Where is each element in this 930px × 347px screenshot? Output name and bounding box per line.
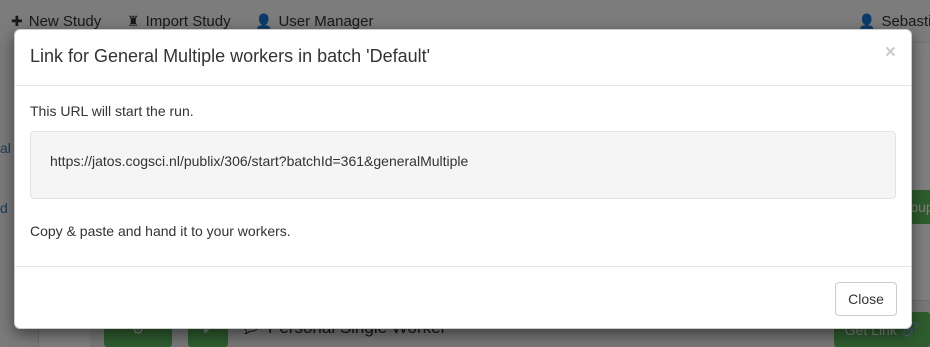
instructions-text: Copy & paste and hand it to your workers…: [30, 223, 291, 239]
close-button[interactable]: Close: [835, 282, 897, 316]
url-well: https://jatos.cogsci.nl/publix/306/start…: [30, 131, 896, 199]
run-url[interactable]: https://jatos.cogsci.nl/publix/306/start…: [50, 153, 468, 169]
close-icon[interactable]: ×: [885, 43, 896, 62]
modal-title: Link for General Multiple workers in bat…: [30, 46, 431, 66]
modal-footer: Close: [15, 266, 911, 329]
link-modal: Link for General Multiple workers in bat…: [14, 29, 912, 329]
intro-text: This URL will start the run.: [30, 103, 194, 119]
modal-header: Link for General Multiple workers in bat…: [15, 30, 911, 86]
modal-body: This URL will start the run. https://jat…: [15, 86, 911, 266]
